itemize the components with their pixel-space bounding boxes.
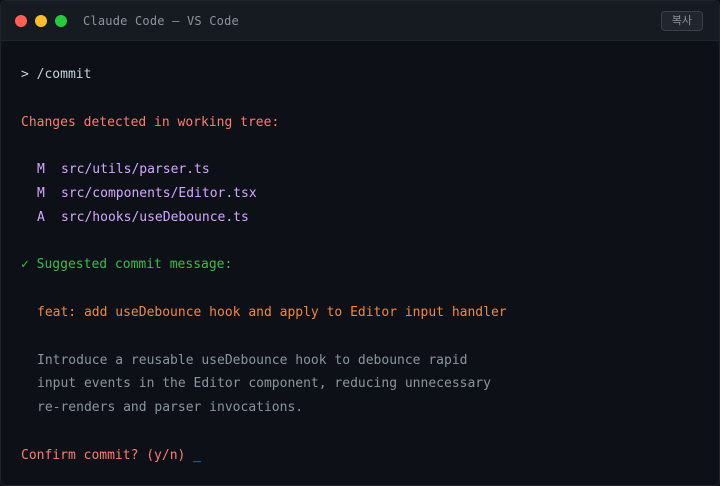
confirm-prompt: Confirm commit? (y/n): [21, 447, 186, 463]
command-line: > /commit: [21, 63, 699, 87]
prompt-symbol: >: [21, 67, 29, 82]
text-cursor: _: [193, 447, 202, 463]
file-status: A: [37, 209, 45, 225]
changed-file-row: Msrc/utils/parser.ts: [21, 158, 699, 182]
file-status: M: [37, 162, 45, 178]
changed-file-row: Asrc/hooks/useDebounce.ts: [21, 206, 699, 230]
title-bar: Claude Code — VS Code 복사: [1, 1, 719, 41]
commit-body-line: input events in the Editor component, re…: [37, 376, 491, 392]
commit-body-line: Introduce a reusable useDebounce hook to…: [37, 352, 468, 368]
file-path: src/components/Editor.tsx: [61, 185, 257, 201]
changes-header: Changes detected in working tree:: [21, 114, 280, 130]
minimize-window-button[interactable]: [35, 14, 47, 27]
file-path: src/utils/parser.ts: [61, 162, 210, 178]
window-controls: [15, 14, 67, 27]
terminal-output[interactable]: > /commit Changes detected in working tr…: [1, 41, 719, 468]
file-status: M: [37, 185, 45, 201]
suggested-header: ✓ Suggested commit message:: [21, 253, 699, 277]
command-text: /commit: [36, 67, 92, 82]
changed-file-row: Msrc/components/Editor.tsx: [21, 182, 699, 206]
commit-subject: feat: add useDebounce hook and apply to …: [37, 304, 507, 320]
file-path: src/hooks/useDebounce.ts: [61, 209, 249, 225]
close-window-button[interactable]: [15, 14, 27, 27]
copy-button[interactable]: 복사: [660, 11, 703, 31]
check-icon: ✓: [21, 257, 29, 273]
suggested-header-text: Suggested commit message:: [36, 257, 233, 273]
confirm-line[interactable]: Confirm commit? (y/n) _: [21, 444, 699, 468]
window-title: Claude Code — VS Code: [83, 13, 239, 28]
maximize-window-button[interactable]: [55, 14, 67, 27]
commit-body-line: re-renders and parser invocations.: [37, 400, 304, 416]
terminal-window: Claude Code — VS Code 복사 > /commit Chang…: [0, 0, 720, 486]
